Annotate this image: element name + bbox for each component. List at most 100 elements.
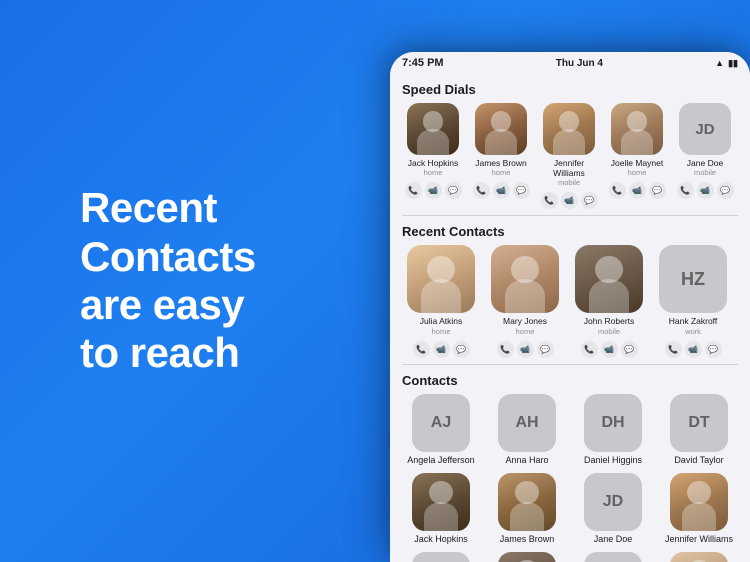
wifi-icon: ▲ [715, 58, 724, 68]
contact-jack-c[interactable]: Jack Hopkins [402, 473, 480, 544]
name-jane: Jane Doe [687, 158, 723, 168]
speed-dials-title: Speed Dials [402, 82, 738, 97]
speed-dial-jane[interactable]: JD Jane Doe mobile 📞 📹 💬 [674, 103, 736, 209]
hero-text: Recent Contacts are easy to reach [80, 184, 256, 377]
contact-james-c[interactable]: James Brown [488, 473, 566, 544]
phone-btn-jane[interactable]: 📞 [677, 182, 694, 199]
phone-btn-james[interactable]: 📞 [473, 182, 490, 199]
label-jack-c: Jack Hopkins [414, 534, 468, 544]
contact-daniel[interactable]: DH Daniel Higgins [574, 394, 652, 465]
type-mary-r: home [516, 327, 535, 336]
avatar-jack-c [412, 473, 470, 531]
video-btn-hank-r[interactable]: 📹 [685, 341, 702, 358]
avatar-jack-speed [407, 103, 459, 155]
contact-julia-c[interactable]: Julia Atkins [660, 552, 738, 562]
actions-jane: 📞 📹 💬 [677, 182, 734, 199]
contact-jennifer-c[interactable]: Jennifer Williams [660, 473, 738, 544]
avatar-julia-c [670, 552, 728, 562]
hero-line2: Contacts [80, 233, 256, 280]
phone-btn-john-r[interactable]: 📞 [581, 341, 598, 358]
actions-jennifer: 📞 📹 💬 [541, 192, 598, 209]
phone-btn-joelle[interactable]: 📞 [609, 182, 626, 199]
left-panel: Recent Contacts are easy to reach [0, 0, 370, 562]
video-btn-mary-r[interactable]: 📹 [517, 341, 534, 358]
video-btn-julia-r[interactable]: 📹 [433, 341, 450, 358]
phone-btn-jennifer[interactable]: 📞 [541, 192, 558, 209]
hero-line3: are easy [80, 281, 244, 328]
name-jennifer: Jennifer Williams [538, 158, 600, 178]
contacts-grid: AJ Angela Jefferson AH Anna Haro DH Dani… [402, 394, 738, 562]
contact-david[interactable]: DT David Taylor [660, 394, 738, 465]
avatar-julia-r [407, 245, 475, 313]
video-btn-james[interactable]: 📹 [493, 182, 510, 199]
phone-btn-mary-r[interactable]: 📞 [497, 341, 514, 358]
msg-btn-hank-r[interactable]: 💬 [705, 341, 722, 358]
recent-contacts-title: Recent Contacts [402, 224, 738, 239]
ipad-mockup: 7:45 PM Thu Jun 4 ▲ ▮▮ Speed Dials Jack … [390, 52, 750, 562]
label-daniel: Daniel Higgins [584, 455, 642, 465]
type-james: home [492, 168, 511, 177]
video-btn[interactable]: 📹 [425, 182, 442, 199]
contact-anna[interactable]: AH Anna Haro [488, 394, 566, 465]
video-btn-jennifer[interactable]: 📹 [561, 192, 578, 209]
type-hank-r: work [685, 327, 701, 336]
name-julia-r: Julia Atkins [420, 316, 463, 326]
recent-mary[interactable]: Mary Jones home 📞 📹 💬 [486, 245, 564, 357]
msg-btn-joelle[interactable]: 💬 [649, 182, 666, 199]
avatar-john-a: JA [412, 552, 470, 562]
avatar-john-s: JS [584, 552, 642, 562]
contact-angela[interactable]: AJ Angela Jefferson [402, 394, 480, 465]
msg-btn-julia-r[interactable]: 💬 [453, 341, 470, 358]
contact-jane-c[interactable]: JD Jane Doe [574, 473, 652, 544]
contact-john-a[interactable]: JA John Appleseed [402, 552, 480, 562]
label-david: David Taylor [674, 455, 723, 465]
name-mary-r: Mary Jones [503, 316, 547, 326]
msg-btn-john-r[interactable]: 💬 [621, 341, 638, 358]
msg-btn-james[interactable]: 💬 [513, 182, 530, 199]
actions-hank-r: 📞 📹 💬 [665, 341, 722, 358]
speed-dials-list: Jack Hopkins home 📞 📹 💬 James Brown home [402, 103, 738, 209]
right-panel: 7:45 PM Thu Jun 4 ▲ ▮▮ Speed Dials Jack … [370, 0, 750, 562]
phone-btn-julia-r[interactable]: 📞 [413, 341, 430, 358]
type-joelle: home [628, 168, 647, 177]
recent-julia[interactable]: Julia Atkins home 📞 📹 💬 [402, 245, 480, 357]
avatar-angela: AJ [412, 394, 470, 452]
status-time: 7:45 PM [402, 57, 444, 69]
msg-btn-mary-r[interactable]: 💬 [537, 341, 554, 358]
video-btn-joelle[interactable]: 📹 [629, 182, 646, 199]
label-james-c: James Brown [500, 534, 555, 544]
speed-dial-james[interactable]: James Brown home 📞 📹 💬 [470, 103, 532, 209]
status-bar: 7:45 PM Thu Jun 4 ▲ ▮▮ [390, 52, 750, 74]
msg-btn[interactable]: 💬 [445, 182, 462, 199]
avatar-john-r-c [498, 552, 556, 562]
msg-btn-jennifer[interactable]: 💬 [581, 192, 598, 209]
speed-dial-joelle[interactable]: Joelle Maynet home 📞 📹 💬 [606, 103, 668, 209]
actions-jack-speed: 📞 📹 💬 [405, 182, 462, 199]
actions-julia-r: 📞 📹 💬 [413, 341, 470, 358]
msg-btn-jane[interactable]: 💬 [717, 182, 734, 199]
label-jennifer-c: Jennifer Williams [665, 534, 733, 544]
speed-dial-jack[interactable]: Jack Hopkins home 📞 📹 💬 [402, 103, 464, 209]
avatar-john-r [575, 245, 643, 313]
label-angela: Angela Jefferson [407, 455, 474, 465]
video-btn-jane[interactable]: 📹 [697, 182, 714, 199]
recent-contacts-list: Julia Atkins home 📞 📹 💬 Mary Jones home [402, 245, 738, 357]
avatar-joelle [611, 103, 663, 155]
name-john-r: John Roberts [584, 316, 635, 326]
name-hank-r: Hank Zakroff [669, 316, 718, 326]
divider-2 [402, 364, 738, 365]
avatar-hank-r: HZ [659, 245, 727, 313]
status-date: Thu Jun 4 [556, 58, 603, 69]
video-btn-john-r[interactable]: 📹 [601, 341, 618, 358]
avatar-jennifer-c [670, 473, 728, 531]
contact-john-r-c[interactable]: John Roberts [488, 552, 566, 562]
recent-john[interactable]: John Roberts mobile 📞 📹 💬 [570, 245, 648, 357]
phone-btn[interactable]: 📞 [405, 182, 422, 199]
contact-john-s[interactable]: JS John Smith [574, 552, 652, 562]
speed-dial-jennifer[interactable]: Jennifer Williams mobile 📞 📹 💬 [538, 103, 600, 209]
hero-line4: to reach [80, 329, 239, 376]
recent-hank[interactable]: HZ Hank Zakroff work 📞 📹 💬 [654, 245, 732, 357]
phone-btn-hank-r[interactable]: 📞 [665, 341, 682, 358]
type-jane: mobile [694, 168, 716, 177]
avatar-daniel: DH [584, 394, 642, 452]
